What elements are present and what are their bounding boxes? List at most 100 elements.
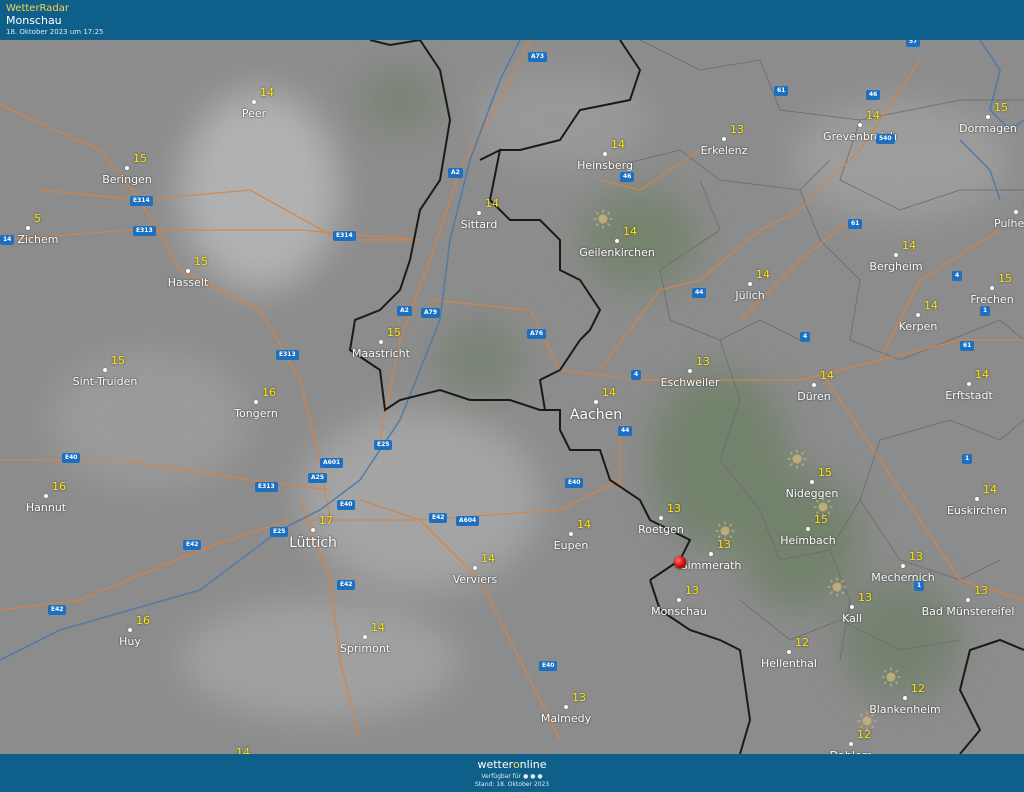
- sun-icon: [593, 209, 613, 229]
- city-label[interactable]: Pulheim: [994, 217, 1024, 230]
- temperature-value: 14: [236, 746, 250, 754]
- city-label[interactable]: Hannut: [26, 501, 66, 514]
- logo-part-b: o: [512, 758, 520, 771]
- city-label[interactable]: Sittard: [461, 218, 498, 231]
- city-label[interactable]: Peer: [242, 107, 266, 120]
- city-label[interactable]: Malmedy: [541, 712, 591, 725]
- city-label[interactable]: Erftstadt: [945, 389, 993, 402]
- city-label[interactable]: Mechernich: [871, 571, 934, 584]
- city-dot: [966, 598, 970, 602]
- temperature-value: 15: [133, 152, 147, 165]
- city-dot: [722, 137, 726, 141]
- temperature-value: 17: [319, 514, 333, 527]
- city-dot: [903, 696, 907, 700]
- road-shield: 61: [960, 341, 975, 351]
- road-shield: 1: [980, 306, 991, 316]
- temperature-value: 13: [667, 502, 681, 515]
- temperature-value: 13: [730, 123, 744, 136]
- city-dot: [677, 598, 681, 602]
- temperature-value: 15: [387, 326, 401, 339]
- city-dot: [916, 313, 920, 317]
- city-label[interactable]: Jülich: [735, 289, 764, 302]
- city-dot: [688, 369, 692, 373]
- temperature-value: 14: [602, 386, 616, 399]
- city-label[interactable]: Monschau: [651, 605, 707, 618]
- city-label[interactable]: Roetgen: [638, 523, 684, 536]
- road-shield: E314: [130, 196, 153, 206]
- availability-text: Verfügbar für ● ● ●: [0, 773, 1024, 780]
- road-shield: A601: [320, 458, 344, 468]
- city-dot: [44, 494, 48, 498]
- app-footer: wetteronline Verfügbar für ● ● ● Stand: …: [0, 754, 1024, 792]
- road-shield: E42: [183, 540, 202, 550]
- temperature-value: 14: [756, 268, 770, 281]
- road-shield: E25: [270, 527, 289, 537]
- road-shield: 4: [952, 271, 963, 281]
- temperature-value: 14: [866, 109, 880, 122]
- city-label[interactable]: Hellenthal: [761, 657, 817, 670]
- city-label[interactable]: Bergheim: [869, 260, 922, 273]
- temperature-value: 14: [924, 299, 938, 312]
- city-label[interactable]: Huy: [119, 635, 141, 648]
- city-dot: [186, 269, 190, 273]
- city-label[interactable]: Heinsberg: [577, 159, 633, 172]
- road-shield: 1: [962, 454, 973, 464]
- temperature-value: 16: [52, 480, 66, 493]
- city-dot: [252, 100, 256, 104]
- city-dot: [603, 152, 607, 156]
- city-dot: [125, 166, 129, 170]
- city-label[interactable]: Sprimont: [340, 642, 390, 655]
- city-label[interactable]: Eschweiler: [661, 376, 720, 389]
- radar-map[interactable]: Peer 14 Beringen 15 vel Zichem 5 Hasselt 15 Sint…: [0, 40, 1024, 754]
- temperature-value: 14: [983, 483, 997, 496]
- road-shield: E40: [62, 453, 81, 463]
- city-label[interactable]: Bad Münstereifel: [922, 605, 1015, 618]
- city-label[interactable]: Dormagen: [959, 122, 1017, 135]
- road-shield: A79: [421, 308, 440, 318]
- city-label[interactable]: Düren: [797, 390, 830, 403]
- city-dot: [473, 566, 477, 570]
- city-label[interactable]: Kall: [842, 612, 862, 625]
- data-state: Stand: 18. Oktober 2023: [474, 781, 550, 788]
- city-label[interactable]: Blankenheim: [869, 703, 941, 716]
- city-dot: [659, 516, 663, 520]
- temperature-value: 14: [485, 197, 499, 210]
- city-label[interactable]: Frechen: [970, 293, 1013, 306]
- city-label[interactable]: Tongern: [234, 407, 278, 420]
- road-shield: E42: [337, 580, 356, 590]
- city-dot: [990, 286, 994, 290]
- city-label[interactable]: Lüttich: [289, 535, 337, 551]
- sun-icon: [715, 521, 735, 541]
- temperature-value: 5: [34, 212, 41, 225]
- city-label[interactable]: Eupen: [554, 539, 589, 552]
- city-label[interactable]: Euskirchen: [947, 504, 1007, 517]
- road-shield: E313: [276, 350, 299, 360]
- temperature-value: 13: [696, 355, 710, 368]
- city-label[interactable]: Aachen: [570, 407, 622, 423]
- temperature-value: 15: [994, 101, 1008, 114]
- city-label[interactable]: Hasselt: [168, 276, 209, 289]
- temperature-value: 12: [911, 682, 925, 695]
- temperature-value: 14: [902, 239, 916, 252]
- road-shield: A2: [448, 168, 463, 178]
- city-label[interactable]: Heimbach: [780, 534, 836, 547]
- location-marker-icon[interactable]: [674, 556, 686, 568]
- city-dot: [986, 115, 990, 119]
- city-dot: [812, 383, 816, 387]
- temperature-value: 16: [262, 386, 276, 399]
- road-shield: E314: [333, 231, 356, 241]
- city-label[interactable]: Simmerath: [681, 559, 742, 572]
- wetteronline-logo[interactable]: wetteronline: [0, 758, 1024, 771]
- city-label[interactable]: Beringen: [102, 173, 152, 186]
- city-dot: [975, 497, 979, 501]
- city-dot: [26, 226, 30, 230]
- city-label[interactable]: Sint-Truiden: [73, 375, 138, 388]
- city-label[interactable]: Kerpen: [899, 320, 938, 333]
- city-label[interactable]: Geilenkirchen: [579, 246, 655, 259]
- city-label[interactable]: Maastricht: [352, 347, 410, 360]
- city-dot: [564, 705, 568, 709]
- road-shield: E313: [133, 226, 156, 236]
- city-label[interactable]: Verviers: [453, 573, 498, 586]
- platform-icons: ● ● ●: [523, 773, 543, 780]
- city-label[interactable]: Erkelenz: [701, 144, 748, 157]
